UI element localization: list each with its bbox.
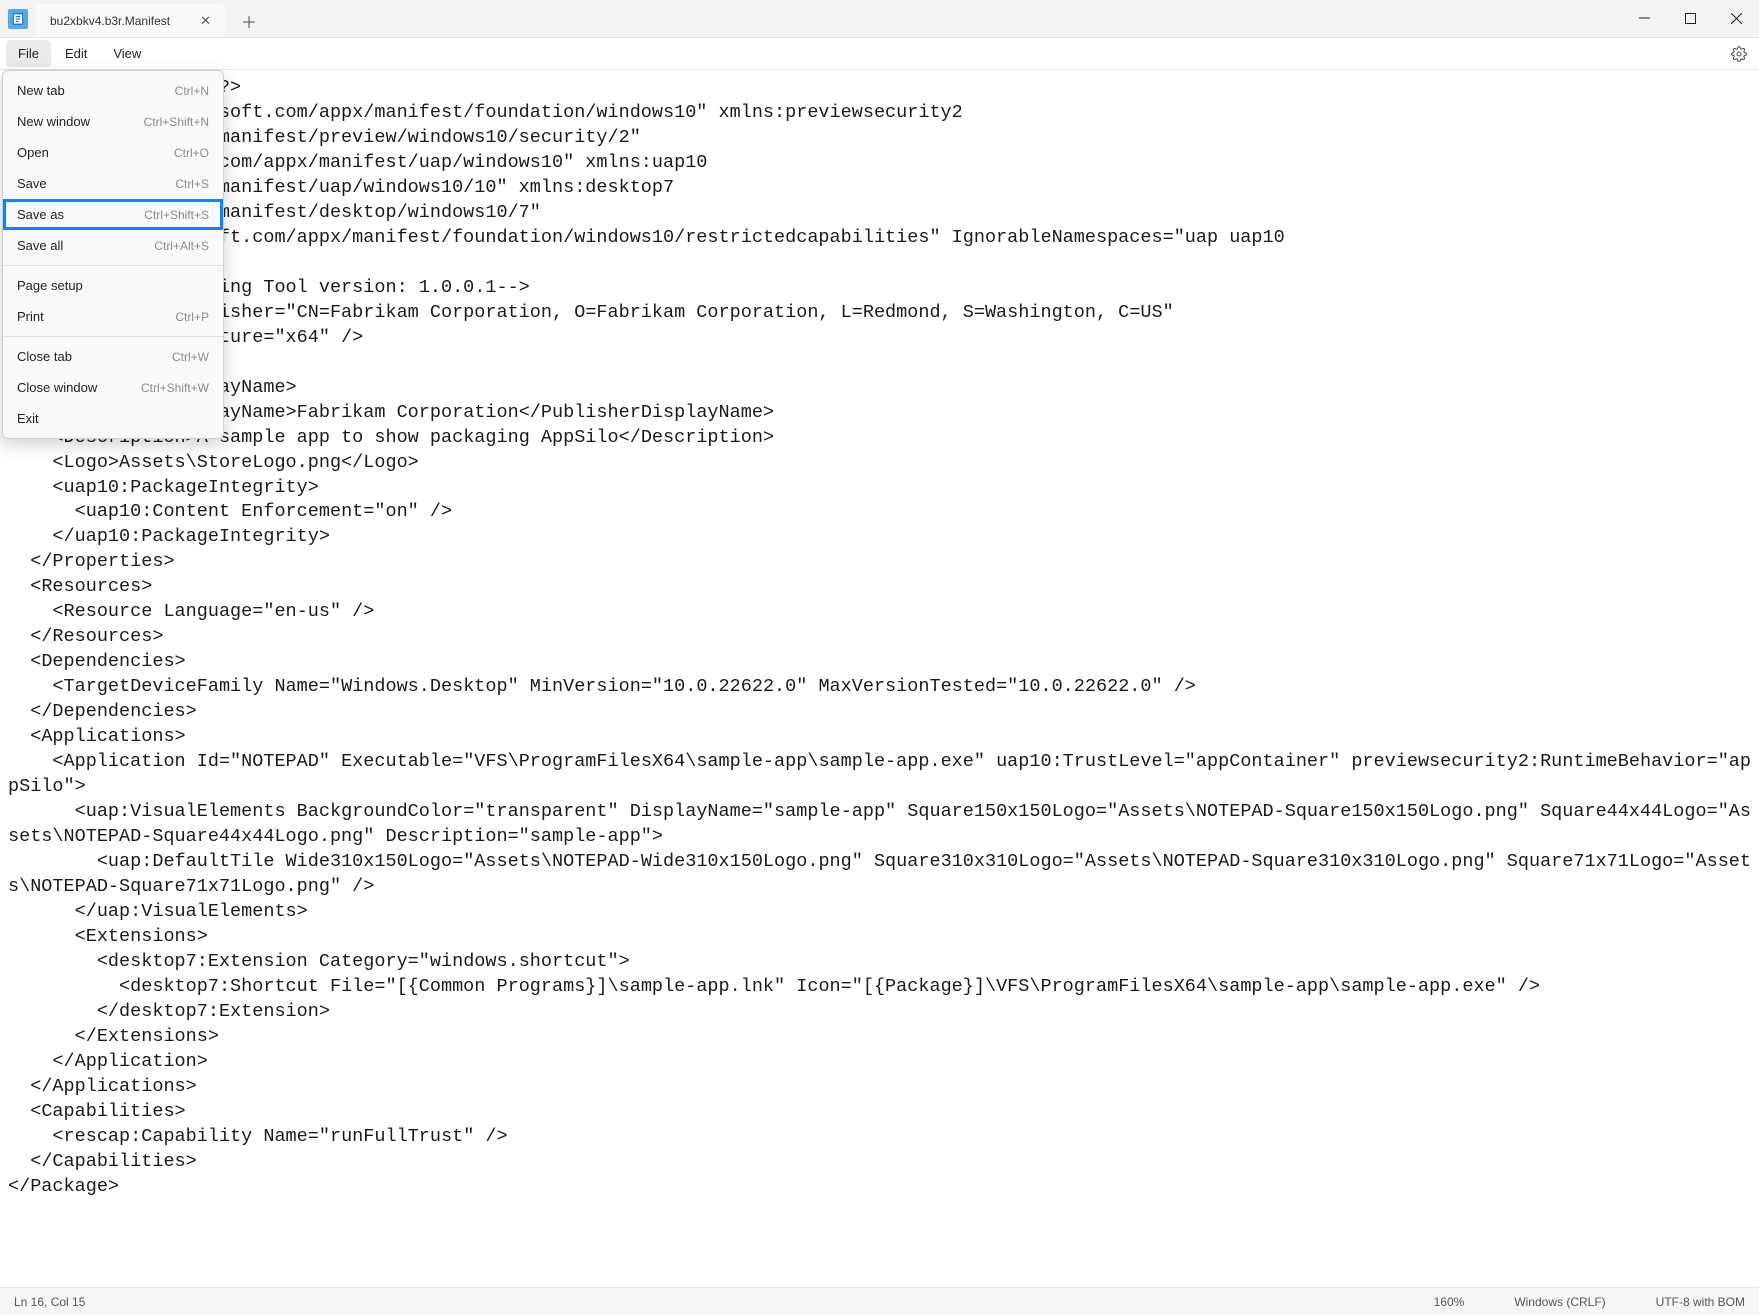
menu-separator bbox=[3, 265, 223, 266]
status-line-ending: Windows (CRLF) bbox=[1514, 1295, 1605, 1309]
menu-label: Close tab bbox=[17, 349, 72, 364]
menu-shortcut: Ctrl+O bbox=[174, 146, 209, 160]
menu-close-window[interactable]: Close window Ctrl+Shift+W bbox=[3, 372, 223, 403]
menu-shortcut: Ctrl+Alt+S bbox=[154, 239, 209, 253]
menu-page-setup[interactable]: Page setup bbox=[3, 270, 223, 301]
title-bar: bu2xbkv4.b3r.Manifest ✕ ＋ bbox=[0, 0, 1759, 38]
new-tab-button[interactable]: ＋ bbox=[233, 5, 265, 37]
file-dropdown: New tab Ctrl+N New window Ctrl+Shift+N Ope… bbox=[2, 70, 224, 439]
menu-shortcut: Ctrl+P bbox=[175, 310, 209, 324]
status-position: Ln 16, Col 15 bbox=[14, 1295, 85, 1309]
close-icon[interactable]: ✕ bbox=[200, 13, 211, 29]
window-controls bbox=[1621, 0, 1759, 37]
menu-save-as[interactable]: Save as Ctrl+Shift+S bbox=[3, 199, 223, 230]
menu-new-window[interactable]: New window Ctrl+Shift+N bbox=[3, 106, 223, 137]
menu-shortcut: Ctrl+N bbox=[175, 84, 209, 98]
menu-shortcut: Ctrl+W bbox=[172, 350, 209, 364]
menu-view[interactable]: View bbox=[101, 40, 153, 67]
status-bar: Ln 16, Col 15 160% Windows (CRLF) UTF-8 … bbox=[0, 1287, 1759, 1315]
menu-new-tab[interactable]: New tab Ctrl+N bbox=[3, 75, 223, 106]
menu-label: Print bbox=[17, 309, 44, 324]
menu-file[interactable]: File bbox=[6, 40, 51, 67]
menu-edit[interactable]: Edit bbox=[53, 40, 99, 67]
menu-label: New window bbox=[17, 114, 90, 129]
menu-exit[interactable]: Exit bbox=[3, 403, 223, 434]
menu-label: New tab bbox=[17, 83, 65, 98]
maximize-button[interactable] bbox=[1667, 3, 1713, 35]
status-encoding: UTF-8 with BOM bbox=[1656, 1295, 1745, 1309]
menu-save[interactable]: Save Ctrl+S bbox=[3, 168, 223, 199]
menu-save-all[interactable]: Save all Ctrl+Alt+S bbox=[3, 230, 223, 261]
menu-label: Exit bbox=[17, 411, 39, 426]
menu-label: Save bbox=[17, 176, 47, 191]
tab-title: bu2xbkv4.b3r.Manifest bbox=[50, 14, 170, 28]
tab-strip: bu2xbkv4.b3r.Manifest ✕ ＋ bbox=[36, 0, 265, 37]
menu-label: Open bbox=[17, 145, 49, 160]
menu-open[interactable]: Open Ctrl+O bbox=[3, 137, 223, 168]
menu-label: Close window bbox=[17, 380, 97, 395]
status-zoom[interactable]: 160% bbox=[1434, 1295, 1465, 1309]
tab-active[interactable]: bu2xbkv4.b3r.Manifest ✕ bbox=[36, 4, 225, 37]
app-icon bbox=[8, 9, 28, 29]
minimize-button[interactable] bbox=[1621, 3, 1667, 35]
menu-bar: File Edit View bbox=[0, 38, 1759, 70]
menu-shortcut: Ctrl+S bbox=[175, 177, 209, 191]
close-button[interactable] bbox=[1713, 3, 1759, 35]
menu-label: Page setup bbox=[17, 278, 83, 293]
menu-print[interactable]: Print Ctrl+P bbox=[3, 301, 223, 332]
menu-label: Save as bbox=[17, 207, 64, 222]
menu-shortcut: Ctrl+Shift+S bbox=[144, 208, 209, 222]
menu-label: Save all bbox=[17, 238, 63, 253]
menu-shortcut: Ctrl+Shift+N bbox=[144, 115, 209, 129]
menu-shortcut: Ctrl+Shift+W bbox=[141, 381, 209, 395]
editor-content[interactable]: 0" encoding="utf-8"?> ttp://schemas.micr… bbox=[0, 70, 1759, 1287]
menu-separator bbox=[3, 336, 223, 337]
menu-close-tab[interactable]: Close tab Ctrl+W bbox=[3, 341, 223, 372]
gear-icon[interactable] bbox=[1725, 40, 1753, 68]
